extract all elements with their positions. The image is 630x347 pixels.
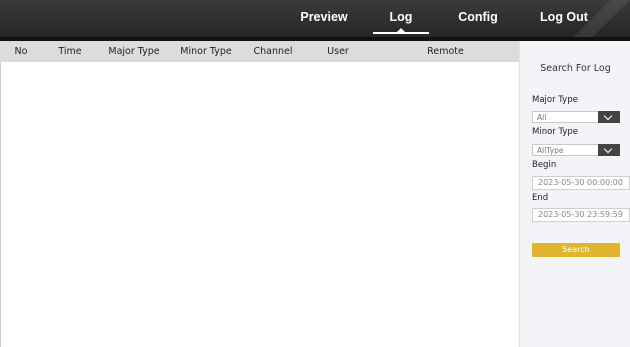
top-nav-bar: Preview Log Config Log Out: [0, 0, 630, 37]
major-type-value: All: [537, 113, 547, 122]
column-header-channel: Channel: [253, 46, 293, 57]
column-header-no: No: [14, 46, 28, 57]
begin-label: Begin: [532, 160, 557, 170]
active-tab-underline: [373, 32, 429, 34]
active-tab-caret-icon: [397, 28, 405, 32]
nav-log[interactable]: Log: [373, 0, 429, 37]
minor-type-dropdown-button[interactable]: [598, 144, 620, 156]
log-table-header: No Time Major Type Minor Type Channel Us…: [0, 41, 519, 62]
search-button[interactable]: Search: [532, 243, 620, 257]
column-header-major-type: Major Type: [108, 46, 160, 57]
column-header-minor-type: Minor Type: [180, 46, 232, 57]
log-table: No Time Major Type Minor Type Channel Us…: [0, 41, 519, 347]
chevron-down-icon: [603, 144, 613, 154]
nav-log-label: Log: [389, 10, 413, 24]
nav-preview[interactable]: Preview: [296, 0, 352, 37]
end-label: End: [532, 193, 549, 203]
nav-config[interactable]: Config: [448, 0, 508, 37]
table-left-border: [0, 62, 1, 347]
major-type-label: Major Type: [532, 95, 578, 105]
search-panel: Search For Log Major Type All Minor Type…: [519, 41, 630, 347]
minor-type-value: AllType: [537, 146, 564, 155]
column-header-remote: Remote: [427, 46, 464, 57]
column-header-time: Time: [58, 46, 82, 57]
column-header-user: User: [327, 46, 349, 57]
nav-logout[interactable]: Log Out: [524, 0, 604, 37]
minor-type-select[interactable]: AllType: [532, 144, 620, 156]
minor-type-label: Minor Type: [532, 127, 579, 137]
major-type-dropdown-button[interactable]: [598, 111, 620, 123]
major-type-select[interactable]: All: [532, 111, 620, 123]
chevron-down-icon: [603, 111, 613, 121]
end-datetime-input[interactable]: 2023-05-30 23:59:59: [532, 208, 630, 222]
search-panel-title: Search For Log: [540, 63, 611, 74]
begin-datetime-input[interactable]: 2023-05-30 00:00:00: [532, 176, 630, 190]
